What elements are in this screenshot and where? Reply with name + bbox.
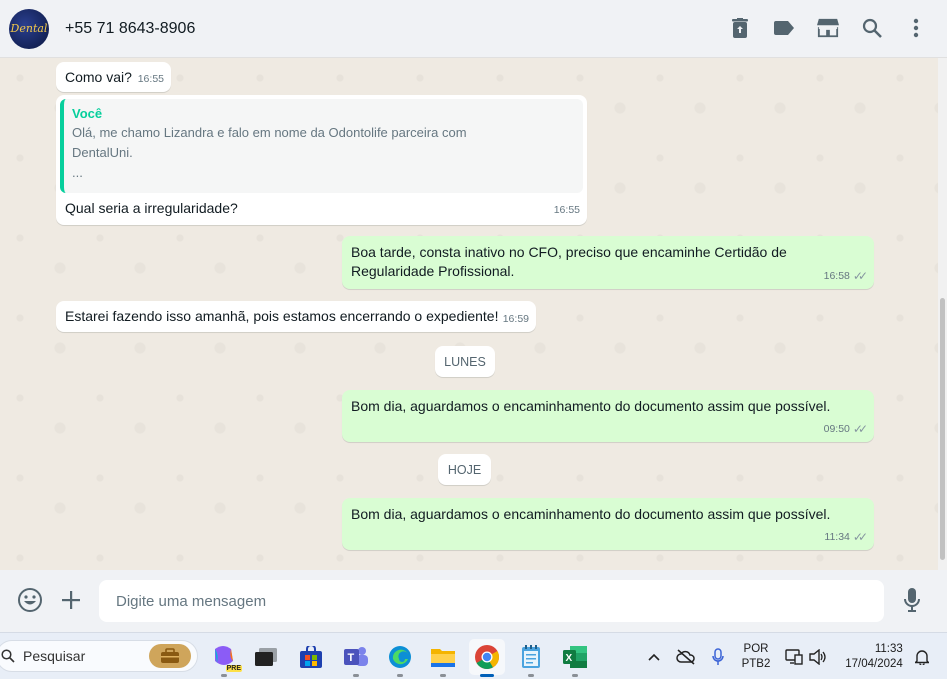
incoming-message-with-reply[interactable]: Você Olá, me chamo Lizandra e falo em no…	[56, 95, 587, 225]
scroll-thumb[interactable]	[940, 298, 945, 560]
contact-name[interactable]: +55 71 8643-8906	[65, 20, 195, 38]
message-time: 16:58 ✓✓	[824, 267, 868, 286]
read-receipt-icon: ✓✓	[852, 422, 868, 436]
microphone-in-use-icon[interactable]	[708, 633, 728, 679]
quote-text-line: ...	[72, 165, 83, 180]
store-icon[interactable]	[293, 639, 329, 675]
attach-plus-icon[interactable]	[58, 587, 84, 613]
notification-bell-icon[interactable]	[912, 633, 932, 679]
label-icon[interactable]	[773, 14, 795, 42]
search-icon	[1, 649, 15, 663]
task-view-icon[interactable]	[248, 639, 284, 675]
delete-icon[interactable]	[729, 14, 751, 42]
chat-scrollbar[interactable]	[938, 58, 947, 570]
message-time: 16:59	[502, 313, 529, 325]
message-composer	[0, 570, 947, 632]
microphone-icon[interactable]	[899, 587, 925, 613]
search-icon[interactable]	[861, 14, 883, 42]
search-label: Pesquisar	[23, 648, 86, 664]
catalog-icon[interactable]	[817, 14, 839, 42]
message-time: 16:55	[553, 204, 580, 216]
read-receipt-icon: ✓✓	[852, 530, 868, 544]
onedrive-offline-icon[interactable]	[674, 633, 698, 679]
menu-icon[interactable]	[905, 14, 927, 42]
language-code: POR	[743, 642, 769, 655]
message-time: 11:34 ✓✓	[824, 528, 868, 547]
clock-date: 17/04/2024	[845, 657, 903, 670]
quote-text-line: DentalUni.	[72, 145, 133, 160]
date-separator: LUNES	[435, 346, 495, 377]
outgoing-message[interactable]: Bom dia, aguardamos o encaminhamento do …	[342, 498, 874, 550]
briefcase-icon	[149, 644, 191, 668]
conversation-panel[interactable]: Como vai? 16:55 Você Olá, me chamo Lizan…	[0, 58, 938, 570]
notepad-icon[interactable]	[513, 639, 549, 677]
quoted-message[interactable]: Você Olá, me chamo Lizandra e falo em no…	[60, 99, 583, 193]
message-text: Qual seria a irregularidade?	[65, 200, 238, 216]
emoji-icon[interactable]	[17, 587, 43, 613]
taskbar-search[interactable]: Pesquisar	[0, 640, 198, 672]
excel-icon[interactable]: X	[557, 639, 593, 677]
message-input[interactable]	[99, 580, 884, 622]
message-text: Bom dia, aguardamos o encaminhamento do …	[351, 398, 831, 414]
read-receipt-icon: ✓✓	[852, 269, 868, 283]
clock-time: 11:33	[874, 642, 903, 655]
keyboard-language[interactable]: POR PTB2	[738, 633, 774, 679]
copilot-icon[interactable]: PRE	[206, 639, 242, 677]
avatar-logo-text: Dental	[10, 22, 48, 35]
preview-badge: PRE	[225, 665, 242, 672]
message-text: Como vai?	[65, 69, 132, 85]
incoming-message[interactable]: Estarei fazendo isso amanhã, pois estamo…	[56, 301, 536, 332]
message-text: Estarei fazendo isso amanhã, pois estamo…	[65, 308, 499, 324]
quote-text-line: Olá, me chamo Lizandra e falo em nome da…	[72, 125, 467, 140]
message-text: Boa tarde, consta inativo no CFO, precis…	[351, 244, 787, 279]
chevron-up-icon[interactable]	[644, 633, 664, 679]
contact-avatar[interactable]: Dental	[9, 8, 49, 49]
network-icon[interactable]	[784, 633, 804, 679]
chrome-icon[interactable]	[469, 639, 505, 677]
keyboard-layout: PTB2	[741, 657, 771, 670]
incoming-message[interactable]: Como vai? 16:55	[56, 62, 171, 92]
outgoing-message[interactable]: Bom dia, aguardamos o encaminhamento do …	[342, 390, 874, 442]
message-time: 09:50 ✓✓	[824, 420, 868, 439]
svg-text:T: T	[348, 652, 355, 664]
file-explorer-icon[interactable]	[425, 639, 461, 677]
quote-author: Você	[72, 106, 103, 121]
chat-header: Dental +55 71 8643-8906	[0, 0, 947, 58]
header-actions	[729, 14, 927, 42]
clock[interactable]: 11:33 17/04/2024	[838, 633, 910, 679]
edge-icon[interactable]	[382, 639, 418, 677]
message-time: 16:55	[137, 73, 164, 85]
teams-icon[interactable]: T	[338, 639, 374, 677]
svg-text:X: X	[566, 653, 573, 664]
windows-taskbar: Pesquisar PRE T X POR PTB2 11:33 17/04/2…	[0, 632, 947, 679]
message-text: Bom dia, aguardamos o encaminhamento do …	[351, 506, 831, 522]
volume-icon[interactable]	[808, 633, 828, 679]
date-separator: HOJE	[438, 454, 491, 485]
outgoing-message[interactable]: Boa tarde, consta inativo no CFO, precis…	[342, 236, 874, 289]
